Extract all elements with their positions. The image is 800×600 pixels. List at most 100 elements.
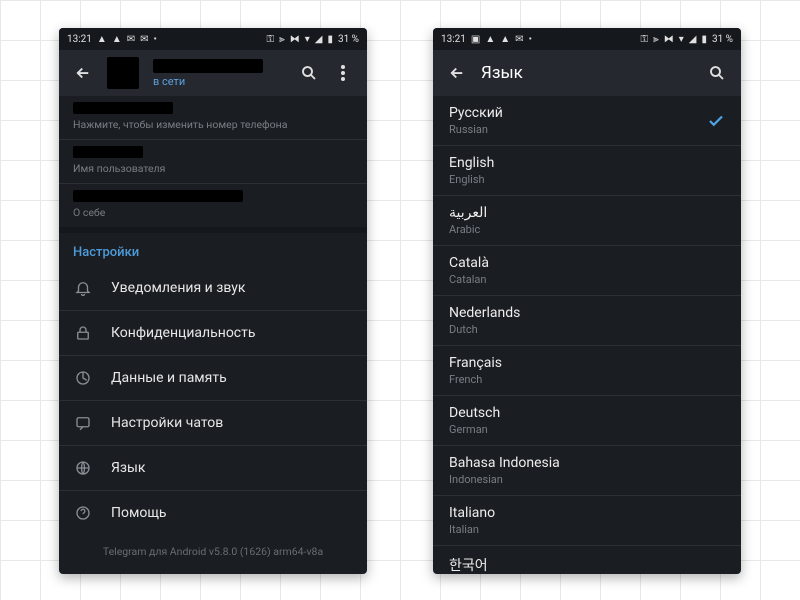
language-subtitle: Russian [449,123,503,136]
wifi-icon: ▾ [679,34,684,45]
settings-privacy[interactable]: Конфиденциальность [59,311,367,356]
vibrate-icon: ⫸ [653,34,659,45]
profile-name-redacted [153,59,263,73]
language-subtitle: Catalan [449,273,489,286]
settings-label: Язык [111,460,145,476]
search-button[interactable] [707,63,727,83]
language-item[interactable]: 한국어Korean [433,546,741,574]
language-name: Italiano [449,505,495,521]
username-row[interactable]: Имя пользователя [59,140,367,184]
phone-row[interactable]: Нажмите, чтобы изменить номер телефона [59,96,367,140]
wifi-icon: ▾ [305,34,310,45]
language-subtitle: English [449,173,494,186]
signal-icon: ◢ [315,34,323,45]
help-icon [73,503,93,523]
app-icon: ▲ [500,34,510,45]
language-subtitle: French [449,373,502,386]
language-item[interactable]: Русский Russian [433,96,741,146]
app-icon: ▲ [485,34,495,45]
bio-row[interactable]: О себе [59,184,367,233]
data-icon [73,368,93,388]
toolbar: Язык [433,50,741,96]
settings-label: Уведомления и звук [111,280,245,296]
username-redacted [73,146,143,158]
language-name: Català [449,255,489,271]
bio-caption: О себе [73,206,353,219]
language-item[interactable]: Deutsch German [433,396,741,446]
mail-icon: ✉ [127,34,135,45]
language-name: Deutsch [449,405,500,421]
language-item[interactable]: Bahasa Indonesia Indonesian [433,446,741,496]
phone-language: 13:21 ▣ ▲ ▲ ✉ • ⚿ ⫸ ⧓ ▾ ◢ ▮ 31 % Я [433,28,741,574]
language-subtitle: Indonesian [449,473,560,486]
vibrate-icon: ⫸ [279,34,285,45]
settings-label: Помощь [111,505,167,521]
language-name: English [449,155,494,171]
language-name: Français [449,355,502,371]
search-button[interactable] [299,63,319,83]
app-icon: ▣ [471,34,480,45]
settings-header: Настройки [59,233,367,266]
status-bar: 13:21 ▲ ▲ ✉ ✉ • ⚿ ⫸ ⧓ ▾ ◢ ▮ 31 % [59,28,367,50]
key-icon: ⚿ [266,34,274,45]
settings-label: Данные и память [111,370,227,386]
toolbar: в сети [59,50,367,96]
language-name: Bahasa Indonesia [449,455,560,471]
dot-icon: • [529,34,532,45]
phone-caption: Нажмите, чтобы изменить номер телефона [73,118,353,131]
language-subtitle: Italian [449,523,495,536]
language-name: 한국어 [449,555,488,574]
status-bar: 13:21 ▣ ▲ ▲ ✉ • ⚿ ⫸ ⧓ ▾ ◢ ▮ 31 % [433,28,741,50]
back-button[interactable] [447,63,467,83]
battery-percent: 31 % [712,34,733,45]
back-button[interactable] [73,63,93,83]
bell-icon [73,278,93,298]
settings-language[interactable]: Язык [59,446,367,491]
avatar[interactable] [107,57,139,89]
status-time: 13:21 [67,34,92,45]
lock-icon [73,323,93,343]
language-item[interactable]: Français French [433,346,741,396]
language-name: Русский [449,105,503,121]
app-icon: ▲ [97,34,107,45]
language-item[interactable]: English English [433,146,741,196]
language-subtitle: German [449,423,500,436]
phone-redacted [73,102,173,114]
bio-redacted [73,190,243,202]
key-icon: ⚿ [640,34,648,45]
bluetooth-icon: ⧓ [290,34,300,45]
language-subtitle: Dutch [449,323,520,336]
phone-settings: 13:21 ▲ ▲ ✉ ✉ • ⚿ ⫸ ⧓ ▾ ◢ ▮ 31 % [59,28,367,574]
battery-icon: ▮ [327,34,333,45]
battery-percent: 31 % [338,34,359,45]
bluetooth-icon: ⧓ [664,34,674,45]
version-text: Telegram для Android v5.8.0 (1626) arm64… [59,535,367,568]
check-icon [707,112,725,130]
settings-label: Настройки чатов [111,415,223,431]
dot-icon: • [154,34,157,45]
mail-icon: ✉ [140,34,148,45]
settings-notifications[interactable]: Уведомления и звук [59,266,367,311]
settings-chats[interactable]: Настройки чатов [59,401,367,446]
more-button[interactable] [333,63,353,83]
language-item[interactable]: العربية Arabic [433,196,741,246]
settings-data[interactable]: Данные и память [59,356,367,401]
mail-icon: ✉ [515,34,523,45]
username-caption: Имя пользователя [73,162,353,175]
language-item[interactable]: Català Catalan [433,246,741,296]
settings-help[interactable]: Помощь [59,491,367,535]
language-name: العربية [449,205,487,221]
globe-icon [73,458,93,478]
language-name: Nederlands [449,305,520,321]
language-item[interactable]: Nederlands Dutch [433,296,741,346]
page-title: Язык [481,63,693,83]
language-subtitle: Arabic [449,223,487,236]
signal-icon: ◢ [689,34,697,45]
language-item[interactable]: Italiano Italian [433,496,741,546]
status-time: 13:21 [441,34,466,45]
battery-icon: ▮ [701,34,707,45]
chat-icon [73,413,93,433]
settings-label: Конфиденциальность [111,325,255,341]
online-status: в сети [153,75,285,88]
app-icon: ▲ [112,34,122,45]
